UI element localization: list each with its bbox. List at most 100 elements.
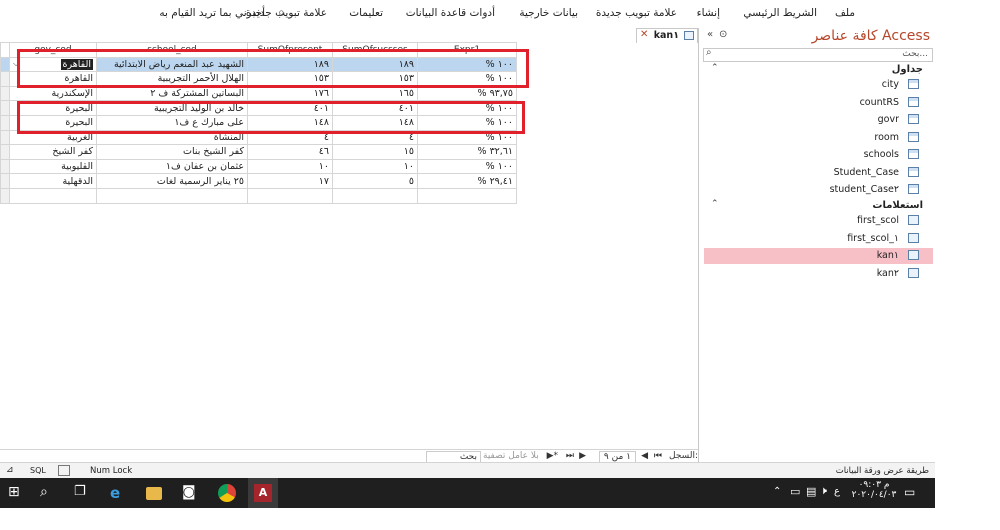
chrome-icon[interactable] [218, 484, 236, 502]
nav-search-input[interactable]: بحث... ⌕ [703, 47, 933, 62]
row-selector[interactable] [0, 114, 10, 131]
row-selector[interactable] [0, 100, 10, 116]
table-cell[interactable] [417, 187, 517, 204]
network-icon[interactable]: ▤ [806, 485, 816, 498]
table-row[interactable]: الإسكندرية البساتين المشتركة ف ٢ ١٧٦ ١٦٥% ٩… [0, 85, 517, 102]
table-cell[interactable]: ١٧ [247, 173, 333, 189]
group-header-queries[interactable]: استعلامات ⌃ [705, 199, 929, 214]
nav-item[interactable]: schools [704, 147, 933, 163]
first-record-button[interactable]: ⏮ [654, 451, 662, 461]
new-record-row[interactable] [0, 187, 517, 204]
filter-indicator[interactable]: بلا عامل تصفية [483, 451, 539, 461]
next-record-button[interactable]: ▶ [579, 451, 586, 461]
table-cell[interactable]: الإسكندرية [9, 85, 97, 102]
chevron-up-icon[interactable]: ⌃ [773, 486, 781, 497]
nav-item-label: student_Case٢ [829, 184, 899, 195]
table-cell[interactable]: كفر الشيخ بنات [96, 144, 248, 160]
nav-item-label: countRS [859, 96, 899, 108]
language-indicator[interactable]: ع [834, 486, 840, 497]
battery-icon[interactable]: ▭ [790, 485, 800, 498]
menu-dropdown-icon[interactable]: ⊙ [719, 29, 727, 40]
row-selector[interactable] [0, 56, 10, 73]
nav-item[interactable]: first_scol_١ [704, 231, 933, 247]
access-icon: A [254, 484, 272, 502]
camera-icon[interactable]: ◙ [182, 484, 200, 502]
table-cell[interactable]: القليوبية [9, 158, 97, 175]
nav-item[interactable]: govr [704, 112, 933, 128]
file-explorer-icon[interactable] [146, 487, 162, 500]
table-cell[interactable]: % ٣٢,٦١ [417, 144, 517, 160]
table-row[interactable]: كفر الشيخ كفر الشيخ بنات ٤٦ ١٥% ٣٢,٦١ [0, 144, 517, 160]
clock[interactable]: م ٠٩:٠٣ ٢٠٢٠/٠٤/٠٣ [850, 480, 898, 500]
sql-view-button[interactable]: SQL [30, 466, 46, 475]
table-cell[interactable]: ١٧٦ [247, 85, 333, 102]
new-record-button[interactable]: ▶* [547, 451, 558, 461]
row-selector[interactable] [0, 144, 10, 160]
nav-item[interactable]: student_Case٢ [704, 182, 933, 198]
table-cell[interactable]: % ٢٩,٤١ [417, 173, 517, 189]
volume-icon[interactable]: 🕨 [820, 484, 827, 498]
nav-item[interactable]: countRS [704, 95, 933, 111]
prev-record-button[interactable]: ◀ [641, 451, 648, 461]
datasheet-view-icon[interactable] [58, 465, 70, 476]
edge-icon[interactable]: e [110, 484, 128, 502]
table-cell[interactable]: ٥ [332, 173, 418, 189]
group-header-tables[interactable]: جداول ⌃ [705, 63, 929, 78]
tab-database-tools[interactable]: أدوات قاعدة البيانات [406, 7, 495, 19]
collapse-pane-icon[interactable]: « [707, 29, 713, 40]
table-cell[interactable] [9, 187, 97, 204]
last-record-button[interactable]: ⏭ [566, 451, 574, 461]
table-row[interactable]: القليوبية عثمان بن عفان ف١ ١٠ ١٠% ١٠٠ [0, 158, 517, 175]
tell-me-input[interactable]: أخبرني بما تريد القيام به [159, 7, 265, 19]
nav-item[interactable]: first_scol [704, 213, 933, 229]
tab-create[interactable]: إنشاء [697, 7, 720, 19]
tab-home[interactable]: الشريط الرئيسي [743, 7, 817, 19]
task-view-icon[interactable]: ❐ [74, 484, 92, 502]
table-cell[interactable]: ٢٥ يناير الرسمية لغات [96, 173, 248, 189]
nav-item[interactable]: kan١ [704, 248, 933, 264]
windows-start-icon[interactable]: ⊞ [8, 484, 26, 502]
table-cell[interactable]: عثمان بن عفان ف١ [96, 158, 248, 175]
table-cell[interactable] [247, 187, 333, 204]
table-cell[interactable]: % ٩٣,٧٥ [417, 85, 517, 102]
table-cell[interactable]: كفر الشيخ [9, 144, 97, 160]
record-label: السجل: [669, 451, 698, 461]
row-selector[interactable] [0, 71, 10, 87]
table-cell[interactable]: ١٠ [332, 158, 418, 175]
table-row[interactable]: الدقهلية ٢٥ يناير الرسمية لغات ١٧ ٥% ٢٩,٤١ [0, 173, 517, 189]
layout-view-icon[interactable]: ⊿ [6, 465, 14, 475]
notifications-icon[interactable]: ▭ [904, 485, 915, 499]
close-icon[interactable]: ✕ [640, 29, 648, 40]
row-selector[interactable] [0, 158, 10, 175]
nav-item[interactable]: kan٢ [704, 266, 933, 282]
tab-kan1[interactable]: ✕ kan١ [636, 28, 698, 43]
nav-item[interactable]: Student_Case [704, 165, 933, 181]
row-selector[interactable] [0, 173, 10, 189]
nav-title[interactable]: كافة عناصر Access [812, 28, 930, 44]
row-selector[interactable] [0, 85, 10, 102]
tab-help[interactable]: تعليمات [349, 7, 383, 19]
table-cell[interactable]: ١٦٥ [332, 85, 418, 102]
row-selector[interactable] [0, 129, 10, 146]
table-cell[interactable]: ١٥ [332, 144, 418, 160]
select-all-cell[interactable] [0, 42, 10, 58]
tab-new-1[interactable]: علامة تبويب جديدة [596, 7, 677, 19]
nav-item[interactable]: room [704, 130, 933, 146]
access-taskbar-button[interactable]: A [248, 478, 278, 508]
table-cell[interactable]: ٤٦ [247, 144, 333, 160]
tab-file[interactable]: ملف [835, 7, 855, 19]
table-cell[interactable]: الدقهلية [9, 173, 97, 189]
tab-external-data[interactable]: بيانات خارجية [519, 7, 578, 19]
row-selector[interactable] [0, 187, 10, 204]
table-cell[interactable]: البساتين المشتركة ف ٢ [96, 85, 248, 102]
search-icon[interactable]: ⌕ [40, 484, 58, 502]
highlight-box [17, 101, 525, 134]
table-cell[interactable] [96, 187, 248, 204]
nav-item-label: city [881, 79, 899, 90]
nav-item[interactable]: city [704, 77, 933, 93]
status-bar: ⊿ SQL Num Lock طريقة عرض ورقة البيانات [0, 462, 935, 479]
tab-label: kan١ [653, 30, 679, 41]
table-cell[interactable] [332, 187, 418, 204]
table-cell[interactable]: % ١٠٠ [417, 158, 517, 175]
table-cell[interactable]: ١٠ [247, 158, 333, 175]
